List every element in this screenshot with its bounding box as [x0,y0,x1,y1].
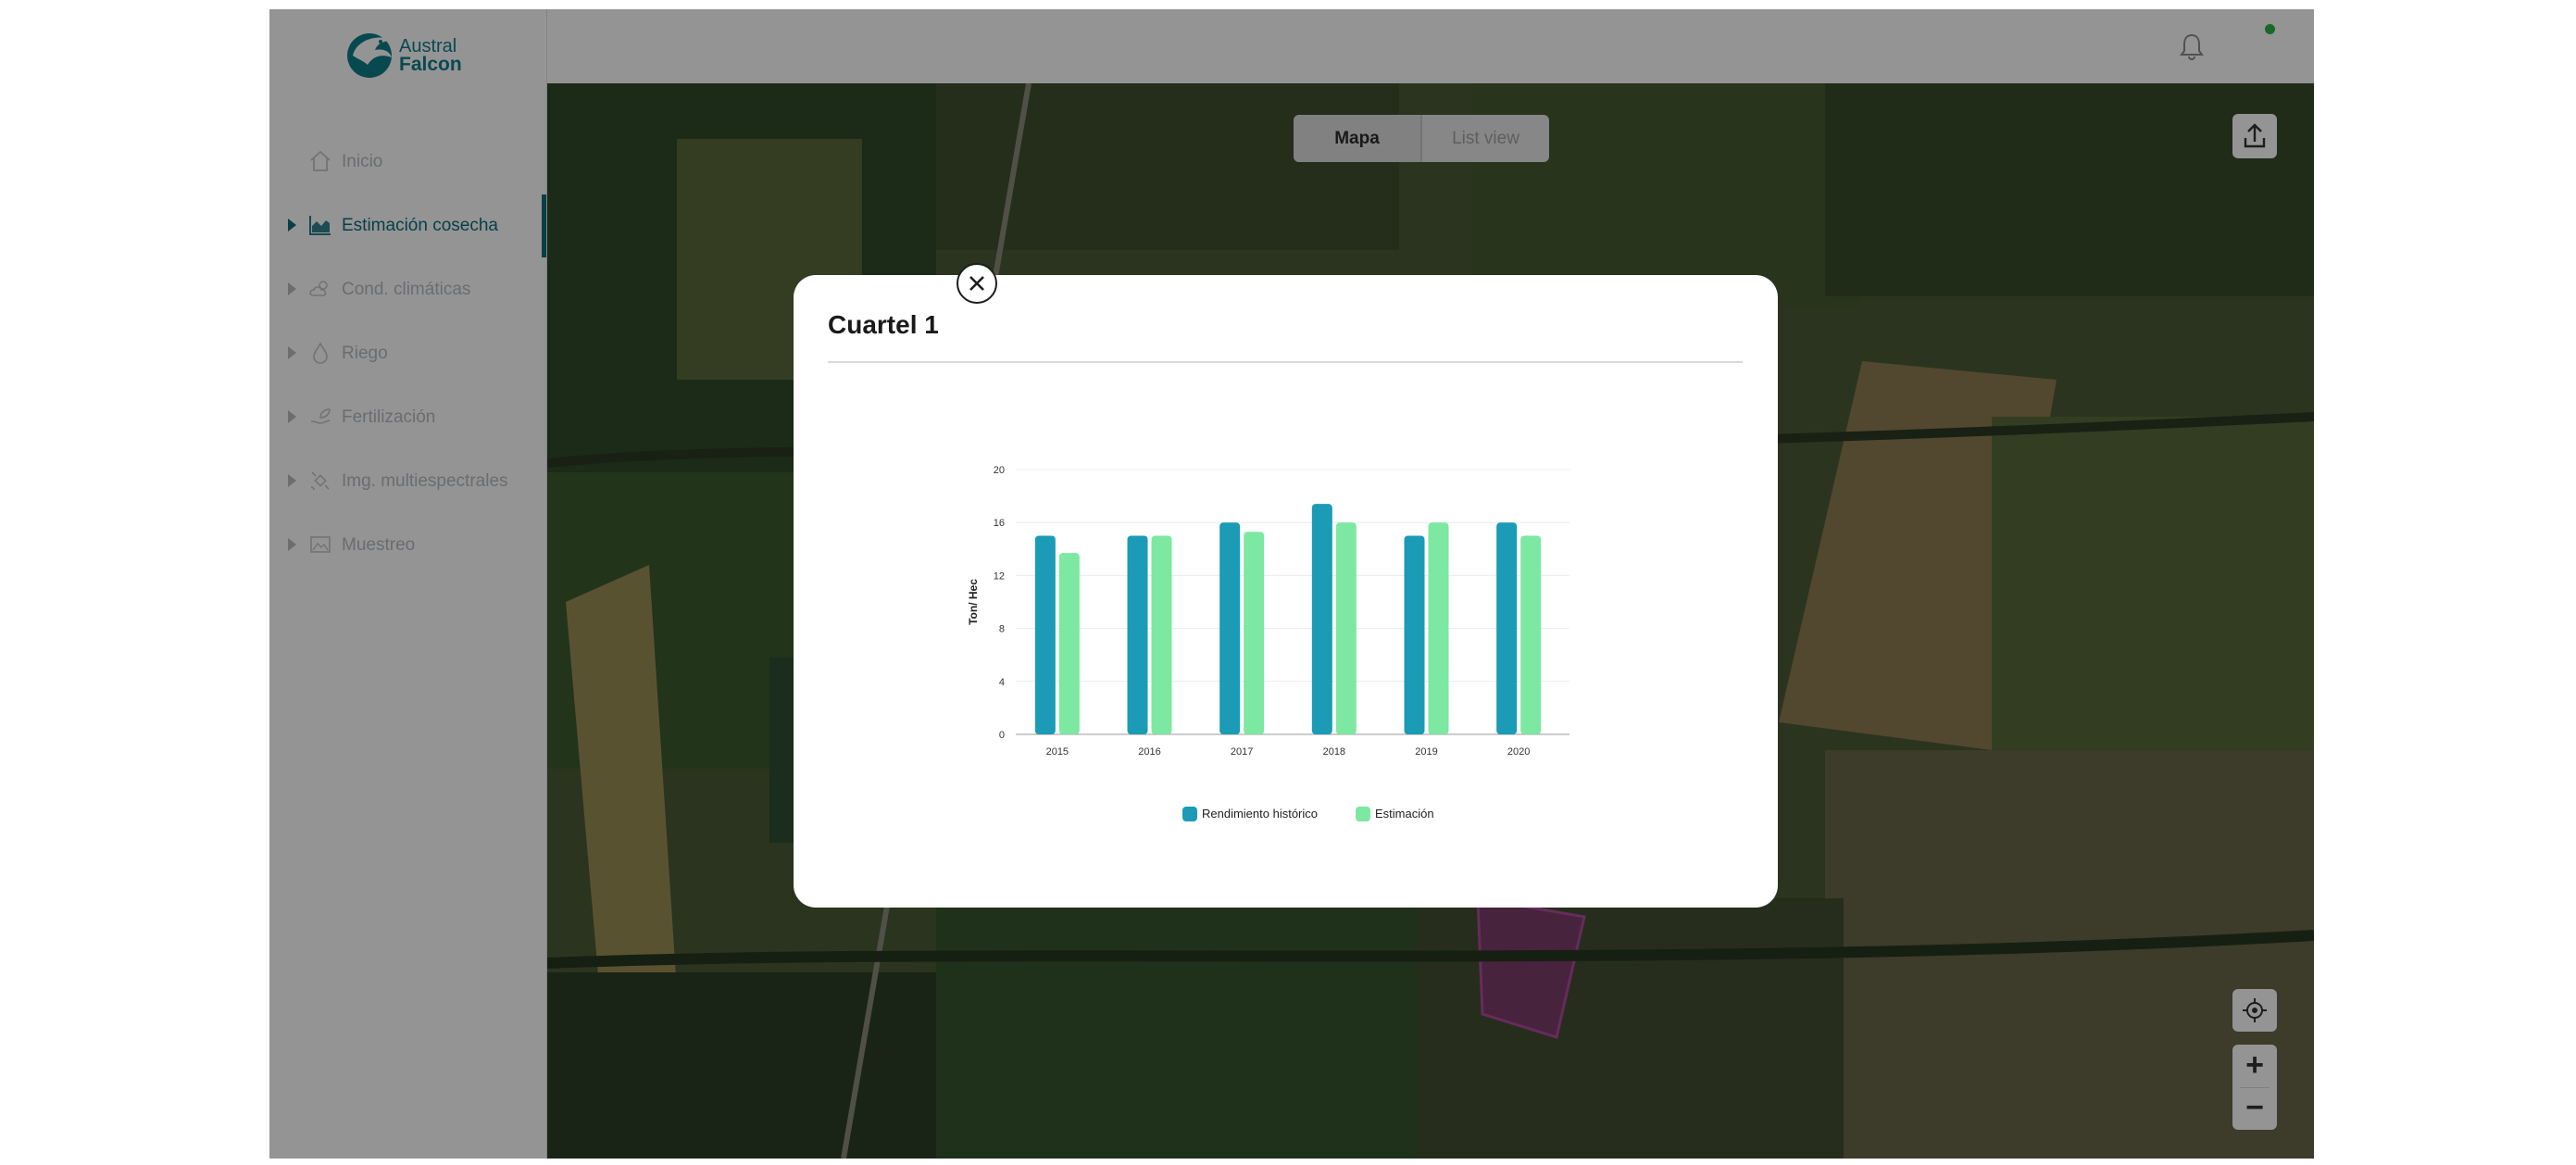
x-tick-label: 2020 [1507,746,1530,758]
legend-label-series-2: Estimación [1375,807,1434,821]
close-button[interactable] [957,263,997,304]
legend-swatch-series-2 [1356,807,1370,821]
x-tick-label: 2016 [1138,746,1160,758]
bar-estimacion [1428,522,1449,734]
bar-historico [1127,535,1148,734]
bar-historico [1034,535,1056,734]
bar-estimacion [1151,535,1172,734]
legend-swatch-series-1 [1182,807,1197,821]
bar-historico [1496,522,1518,734]
bar-historico [1219,522,1241,734]
title-divider [828,361,1743,363]
y-tick-label: 4 [999,677,1005,688]
bar-estimacion [1058,553,1080,734]
x-tick-label: 2019 [1415,746,1437,758]
bar-historico [1404,535,1425,734]
bar-estimacion [1520,535,1542,734]
cuartel-modal: Cuartel 1 0 4 8 12 16 20 Ton/ Hec 2015 2016 2017 2… [794,275,1778,908]
close-icon [969,276,984,291]
y-tick-label: 0 [999,730,1005,741]
y-tick-label: 12 [994,570,1005,582]
bar-historico [1311,504,1332,734]
bar-estimacion [1335,522,1357,734]
modal-title: Cuartel 1 [828,310,939,339]
legend-label-series-1: Rendimiento histórico [1202,807,1319,821]
x-tick-label: 2018 [1323,746,1345,758]
bar-estimacion [1244,532,1265,734]
yield-bar-chart: 0 4 8 12 16 20 Ton/ Hec 2015 2016 2017 2018 2019 202… [967,465,1569,758]
y-tick-label: 16 [994,518,1005,529]
x-tick-label: 2017 [1231,746,1253,758]
x-tick-label: 2015 [1046,746,1069,758]
y-tick-label: 8 [999,624,1005,635]
y-axis-label: Ton/ Hec [967,579,980,625]
y-tick-label: 20 [994,465,1005,476]
